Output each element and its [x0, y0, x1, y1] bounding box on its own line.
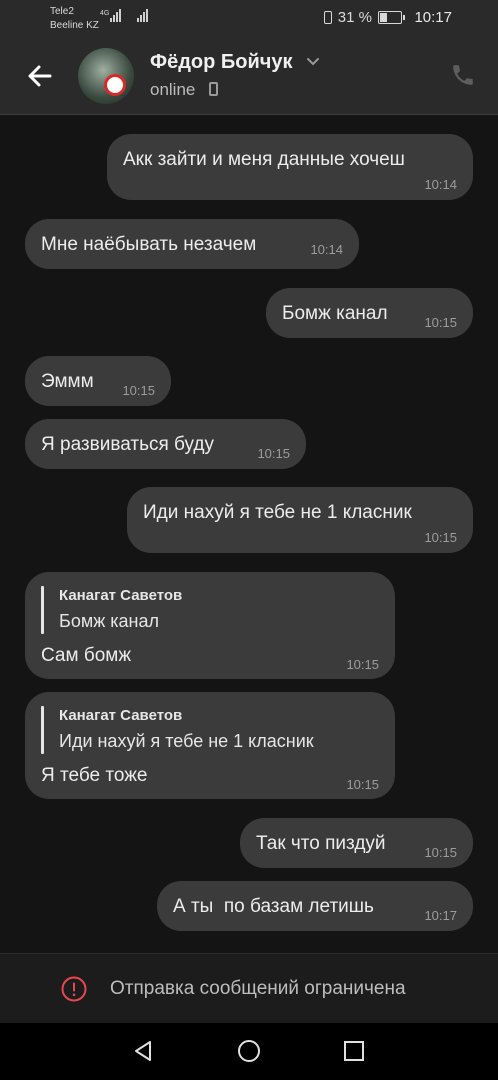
avatar[interactable]: [78, 48, 134, 104]
message-bubble-outgoing[interactable]: Акк зайти и меня данные хочеш 10:14: [107, 134, 473, 200]
network-type: 4G: [100, 10, 110, 17]
message-list[interactable]: Акк зайти и меня данные хочеш 10:14 Мне …: [0, 115, 498, 953]
message-time: 10:15: [346, 657, 379, 672]
signal-1-icon: [110, 8, 121, 22]
battery-percent: 31 %: [337, 9, 372, 26]
message-text: Бомж канал: [282, 303, 388, 324]
battery-icon: [378, 11, 405, 24]
messaging-restricted-banner: Отправка сообщений ограничена: [0, 953, 498, 1024]
message-time: 10:15: [424, 845, 457, 860]
message-time: 10:14: [424, 177, 457, 192]
reply-quote-bar: [41, 706, 44, 754]
vibrate-icon: [323, 11, 332, 24]
triangle-back-icon[interactable]: [131, 1039, 155, 1063]
message-bubble-outgoing[interactable]: Иди нахуй я тебе не 1 класник 10:15: [127, 487, 473, 553]
reply-text: Бомж канал: [59, 611, 159, 631]
message-text: Мне наёбывать незачем: [41, 234, 257, 255]
circle-home-icon[interactable]: [237, 1039, 261, 1063]
message-time: 10:15: [424, 315, 457, 330]
message-text: Эммм: [41, 371, 94, 392]
message-bubble-incoming[interactable]: Мне наёбывать незачем 10:14: [25, 219, 359, 269]
message-time: 10:15: [122, 383, 155, 398]
reply-text: Иди нахуй я тебе не 1 класник: [59, 731, 314, 751]
carrier-2: Beeline KZ: [50, 20, 99, 31]
presence-status: online: [150, 80, 196, 99]
message-time: 10:14: [310, 242, 343, 257]
chat-header: Фёдор Бойчук online: [0, 40, 498, 115]
carrier-1: Tele2: [50, 6, 74, 17]
phone-icon[interactable]: [450, 62, 476, 88]
message-bubble-reply[interactable]: Канагат Саветов Иди нахуй я тебе не 1 кл…: [25, 692, 395, 799]
battery-group: 31 %: [323, 9, 405, 26]
reply-quote-bar: [41, 586, 44, 634]
message-bubble-outgoing[interactable]: Так что пиздуй 10:15: [240, 818, 473, 868]
message-text: А ты по базам летишь: [173, 896, 374, 917]
chevron-down-icon[interactable]: [306, 54, 320, 68]
system-navigation-bar: [0, 1023, 498, 1080]
clock: 10:17: [414, 9, 452, 26]
message-time: 10:15: [346, 777, 379, 792]
status-bar: Tele2 Beeline KZ 4G 31 % 10:17: [0, 0, 498, 40]
message-text: Иди нахуй я тебе не 1 класник: [143, 502, 412, 523]
reply-author: Канагат Саветов: [59, 587, 183, 604]
message-text: Так что пиздуй: [256, 833, 386, 854]
message-text: Я развиваться буду: [41, 434, 214, 455]
message-time: 10:17: [424, 908, 457, 923]
carrier-labels: Tele2 Beeline KZ: [50, 5, 99, 33]
exclamation-circle-icon: [61, 976, 87, 1002]
message-text: Акк зайти и меня данные хочеш: [123, 149, 405, 170]
reply-author: Канагат Саветов: [59, 707, 183, 724]
message-text: Сам бомж: [41, 645, 132, 666]
contact-name[interactable]: Фёдор Бойчук: [150, 51, 293, 74]
message-bubble-incoming[interactable]: Я развиваться буду 10:15: [25, 419, 306, 469]
message-bubble-incoming[interactable]: Эммм 10:15: [25, 356, 171, 406]
signal-2-icon: [137, 8, 148, 22]
message-bubble-outgoing[interactable]: Бомж канал 10:15: [266, 288, 473, 338]
restriction-text: Отправка сообщений ограничена: [110, 978, 406, 999]
message-bubble-reply[interactable]: Канагат Саветов Бомж канал Сам бомж 10:1…: [25, 572, 395, 679]
mobile-device-icon: [209, 82, 218, 96]
message-bubble-outgoing[interactable]: А ты по базам летишь 10:17: [157, 881, 473, 931]
arrow-left-icon[interactable]: [24, 60, 56, 92]
avatar-badge: [104, 74, 126, 96]
message-text: Я тебе тоже: [41, 765, 148, 786]
message-time: 10:15: [424, 530, 457, 545]
message-time: 10:15: [257, 446, 290, 461]
square-recent-icon[interactable]: [342, 1039, 366, 1063]
